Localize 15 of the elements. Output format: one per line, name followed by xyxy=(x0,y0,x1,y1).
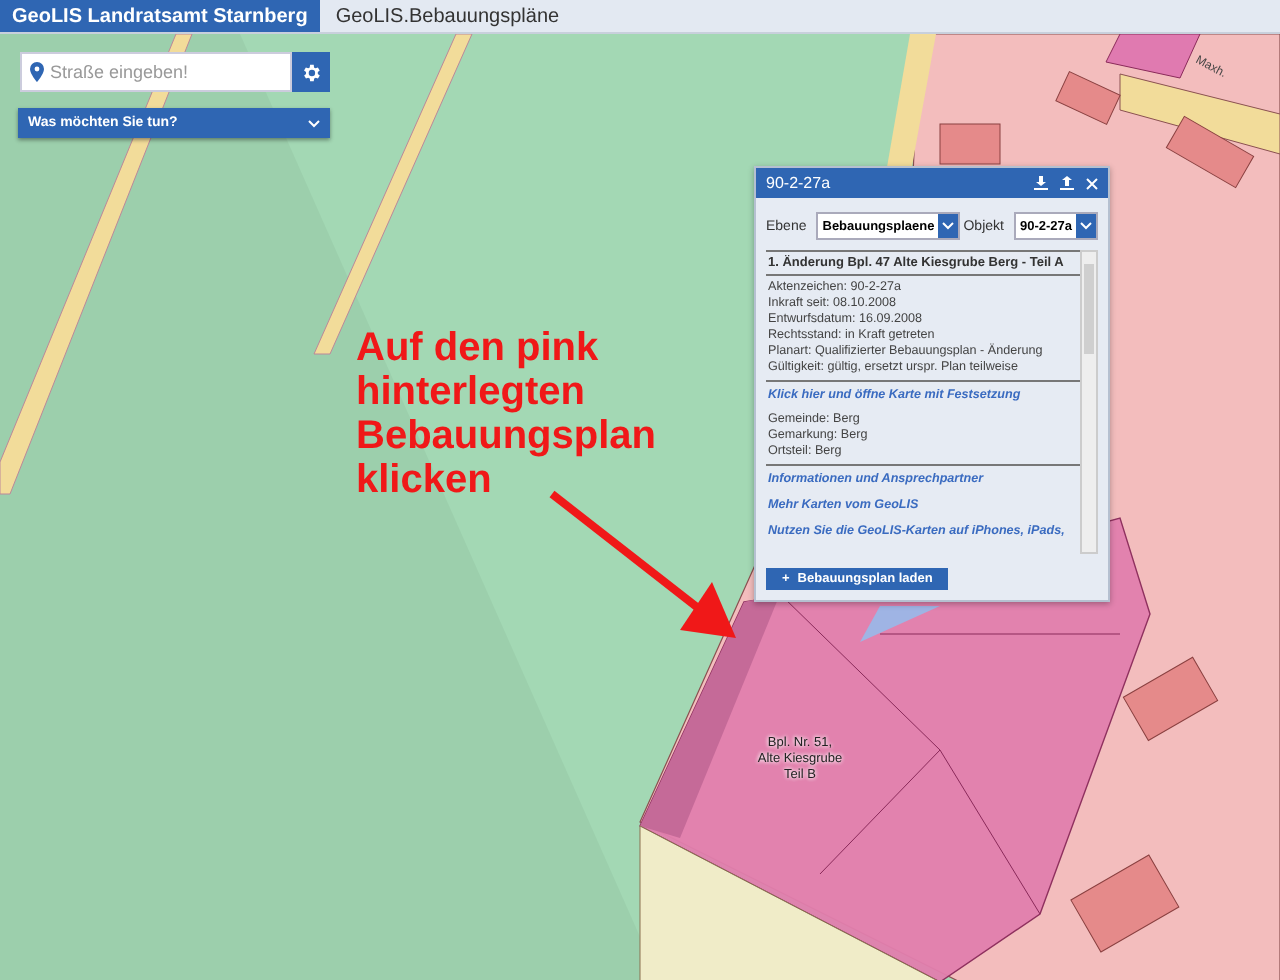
caret-icon xyxy=(1080,222,1092,230)
close-icon[interactable] xyxy=(1086,177,1098,189)
caret-icon xyxy=(308,119,320,127)
app-title[interactable]: GeoLIS Landratsamt Starnberg xyxy=(0,0,320,32)
settings-button[interactable] xyxy=(292,52,330,92)
location-pin-icon xyxy=(30,62,44,82)
download-icon[interactable] xyxy=(1034,176,1048,190)
share-icon[interactable] xyxy=(1060,176,1074,190)
page-title: GeoLIS.Bebauungspläne xyxy=(333,3,562,31)
scrollbar[interactable] xyxy=(1080,250,1098,554)
search-field[interactable]: Straße eingeben! xyxy=(20,52,292,92)
settings-icon xyxy=(300,61,322,83)
annotation-text: Auf den pink hinterlegten Bebauungsplan klicken xyxy=(356,326,657,502)
caret-icon xyxy=(942,222,955,230)
popup-title: 90-2-27a xyxy=(766,174,831,192)
